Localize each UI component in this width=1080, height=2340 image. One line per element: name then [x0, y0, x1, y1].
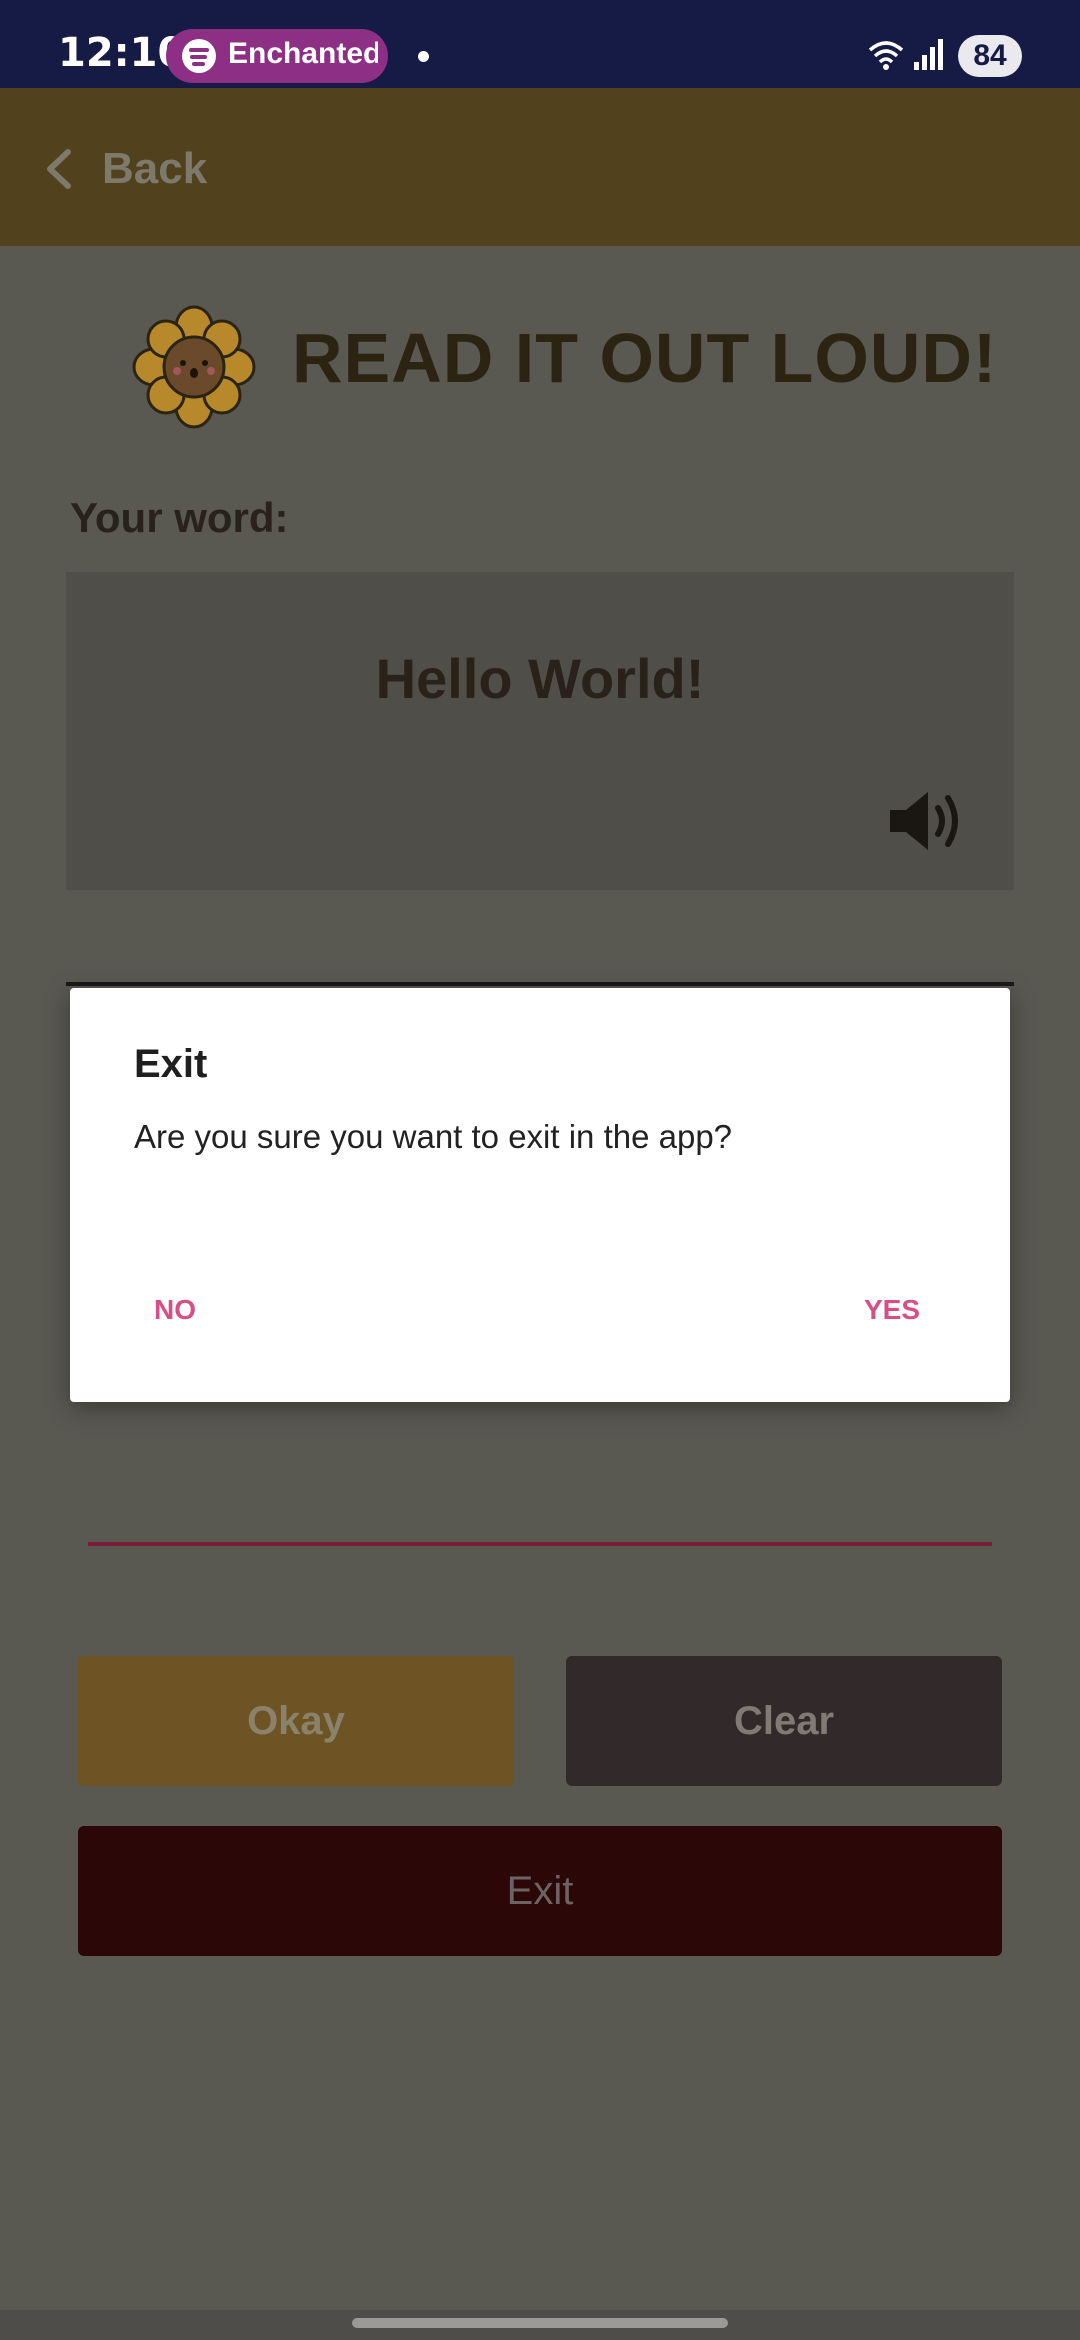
home-gesture-handle[interactable]: [352, 2318, 728, 2328]
media-pill-label: Enchanted: [228, 37, 378, 70]
notification-dot: [418, 51, 429, 62]
exit-button[interactable]: Exit: [78, 1826, 1002, 1956]
wifi-icon: [868, 41, 904, 70]
back-label: Back: [102, 144, 208, 193]
speaker-icon[interactable]: [882, 786, 972, 856]
spotify-icon: [182, 39, 216, 73]
dialog-message: Are you sure you want to exit in the app…: [134, 1118, 733, 1155]
divider: [66, 982, 1014, 986]
exit-dialog: Exit Are you sure you want to exit in th…: [70, 988, 1010, 1402]
dialog-no-button[interactable]: NO: [146, 1290, 204, 1330]
okay-button[interactable]: Okay: [78, 1656, 514, 1786]
signal-icon: [914, 39, 943, 70]
word-value: Hello World!: [375, 647, 705, 710]
dialog-yes-button[interactable]: YES: [856, 1290, 928, 1330]
sunflower-icon: [132, 305, 256, 429]
answer-input-underline[interactable]: [88, 1542, 992, 1546]
battery-indicator: 84: [958, 35, 1022, 77]
word-card: Hello World!: [66, 572, 1014, 890]
media-pill[interactable]: Enchanted: [166, 29, 388, 83]
navigation-bar: [0, 2310, 1080, 2340]
back-button[interactable]: Back: [40, 124, 207, 214]
chevron-left-icon: [47, 149, 71, 189]
page-title: READ IT OUT LOUD!: [292, 319, 998, 397]
toolbar: Back: [0, 88, 1080, 246]
word-label: Your word:: [70, 494, 289, 541]
clear-button[interactable]: Clear: [566, 1656, 1002, 1786]
status-bar: 12:10 Enchanted 84: [0, 0, 1080, 88]
dialog-title: Exit: [134, 1042, 208, 1086]
